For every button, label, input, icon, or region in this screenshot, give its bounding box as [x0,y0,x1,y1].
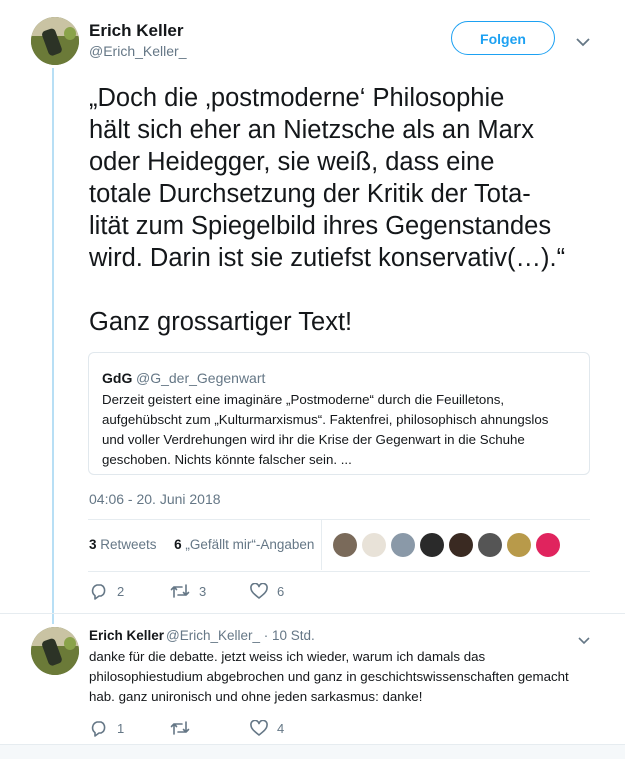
retweets-label[interactable]: Retweets [100,537,156,552]
retweet-action[interactable]: 3 [170,583,206,599]
like-count: 4 [277,720,285,736]
tweet-timestamp[interactable]: 04:06 - 20. Juni 2018 [89,491,221,507]
like-count: 6 [277,583,285,599]
reply-count: 2 [117,584,125,599]
reply-icon [90,720,108,737]
liker-avatar[interactable] [420,533,444,557]
heart-icon [250,583,268,599]
reply-handle-text: @Erich_Keller_ [166,628,260,643]
tweet-separator [0,613,625,614]
liker-avatar[interactable] [449,533,473,557]
quoted-tweet-text: Derzeit geistert eine imaginäre „Postmod… [102,392,549,467]
quoted-author-handle: @G_der_Gegenwart [136,370,266,386]
like-action[interactable]: 6 [250,583,284,599]
reply-icon [90,583,108,600]
reply-action[interactable]: 2 [90,583,124,600]
reply-author-avatar[interactable] [31,627,79,675]
follow-button[interactable]: Folgen [451,21,555,55]
stats-separator [321,520,322,570]
reply-count: 1 [117,721,125,736]
reply-action[interactable]: 1 [90,720,124,737]
heart-icon [250,720,268,736]
liker-avatar[interactable] [507,533,531,557]
reply-time[interactable]: · 10 Std. [264,628,315,643]
retweet-icon [170,720,190,736]
chevron-down-icon[interactable] [576,34,590,52]
liker-avatar[interactable] [391,533,415,557]
reply-author-handle[interactable]: @Erich_Keller_ · 10 Std. [166,628,315,643]
liker-avatar[interactable] [362,533,386,557]
likes-label[interactable]: „Gefällt mir“-Angaben [185,537,314,552]
thread-connector-line [52,68,54,624]
like-action[interactable]: 4 [250,720,284,736]
likes-count[interactable]: 6 [174,537,182,552]
retweet-icon [170,583,190,599]
liker-avatar[interactable] [478,533,502,557]
author-handle[interactable]: @Erich_Keller_ [89,43,186,59]
reply-tweet-text: danke für die debatte. jetzt weiss ich w… [89,649,569,704]
engagement-stats: 3 Retweets 6 „Gefällt mir“-Angaben [89,537,314,552]
retweet-count: 3 [199,583,207,599]
quoted-author-name: GdG [102,370,133,386]
next-tweet-edge [0,744,625,759]
reply-author-name[interactable]: Erich Keller [89,628,164,643]
author-avatar[interactable] [31,17,79,65]
quoted-tweet[interactable]: GdG @G_der_Gegenwart Derzeit geistert ei… [88,352,590,475]
liker-avatar[interactable] [333,533,357,557]
author-name[interactable]: Erich Keller [89,21,184,41]
retweets-count[interactable]: 3 [89,537,97,552]
divider [88,519,590,520]
retweet-action[interactable] [170,720,199,736]
divider [88,571,590,572]
tweet-text: „Doch die ‚postmoderne‘ Philosophie hält… [89,84,566,336]
liker-avatar[interactable] [536,533,560,557]
